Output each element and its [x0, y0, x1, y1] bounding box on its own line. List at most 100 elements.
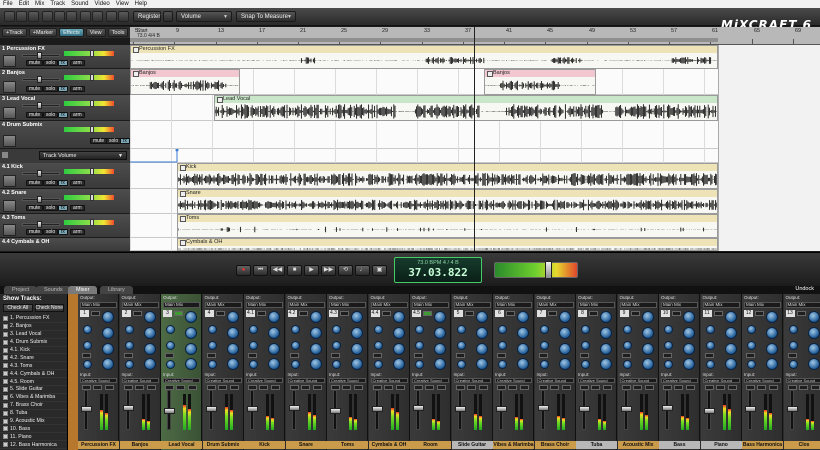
mute-button[interactable]: mute	[26, 86, 44, 92]
fader-handle[interactable]	[786, 406, 798, 412]
solo-button[interactable]	[176, 385, 185, 390]
channel-name[interactable]: Toms	[327, 441, 368, 449]
eq-low-knob[interactable]	[290, 341, 300, 350]
tab-project[interactable]: Project	[4, 286, 38, 294]
gain-knob[interactable]	[641, 311, 654, 323]
mixer-channel-strip[interactable]: Output: Main Mix 4.2 Input: Creative Sound Sn…	[285, 294, 327, 450]
arm-button[interactable]	[644, 385, 654, 390]
track-name[interactable]: 4.1 Kick	[2, 164, 23, 170]
solo-button[interactable]: solo	[106, 138, 122, 144]
mute-button[interactable]: mute	[90, 138, 108, 144]
channel-fader[interactable]	[620, 390, 632, 430]
fx-toggle-button[interactable]	[91, 311, 100, 316]
eq-mid-knob[interactable]	[683, 327, 695, 339]
fx-toggle-button[interactable]	[132, 311, 142, 316]
automation-select[interactable]: Track Volume ▼	[39, 151, 127, 160]
pan-knob[interactable]	[268, 358, 280, 370]
audio-clip[interactable]: Toms	[177, 214, 718, 238]
eq-low-knob[interactable]	[498, 341, 507, 350]
solo-button[interactable]	[259, 385, 268, 390]
add-marker-button[interactable]: +Marker	[28, 28, 58, 37]
show-track-item[interactable]: 4.2. Snare	[0, 354, 67, 363]
eq-high-knob[interactable]	[373, 325, 383, 334]
eq-button[interactable]	[580, 353, 589, 358]
solo-button[interactable]	[466, 385, 476, 390]
channel-fader[interactable]	[745, 390, 756, 430]
fx-toggle-button[interactable]	[423, 311, 432, 316]
solo-button[interactable]	[591, 385, 600, 390]
mixer-channel-strip[interactable]: Output: Main Mix 8 Input: Creative Sound Tuba	[576, 294, 617, 450]
menu-sound[interactable]: Sound	[71, 1, 88, 7]
aux-knob[interactable]	[415, 360, 424, 369]
fader-handle[interactable]	[454, 406, 466, 412]
pan-knob[interactable]	[683, 358, 695, 370]
eq-high-knob[interactable]	[290, 325, 300, 334]
eq-mid-knob[interactable]	[309, 327, 322, 339]
loop-region[interactable]	[130, 38, 718, 42]
pan-knob[interactable]	[143, 358, 156, 370]
eq-mid-knob[interactable]	[558, 327, 571, 339]
mixer-channel-strip[interactable]: Output: Main Mix 4.1 Input: Creative Sound Ki…	[244, 294, 285, 450]
solo-button[interactable]	[300, 385, 310, 390]
channel-fader[interactable]	[496, 390, 507, 430]
arm-button[interactable]	[727, 385, 737, 390]
pan-knob[interactable]	[309, 358, 322, 370]
mixer-channel-strip[interactable]: Output: Main Mix 4.3 Input: Creative Sound To…	[327, 294, 368, 450]
check-all-button[interactable]: Check All	[3, 304, 33, 312]
fx-toggle-button[interactable]	[713, 311, 723, 316]
channel-name[interactable]: Piano	[700, 441, 742, 449]
eq-button[interactable]	[497, 353, 506, 358]
pan-knob[interactable]	[724, 358, 737, 370]
fx-toggle-button[interactable]	[464, 311, 474, 316]
fx-toggle-button[interactable]	[589, 311, 598, 316]
send-knob[interactable]	[475, 343, 488, 355]
output-select[interactable]: Main Mix	[287, 302, 325, 308]
track-name[interactable]: 2 Banjos	[2, 70, 25, 76]
input-select[interactable]: Creative Sound	[204, 378, 242, 383]
checkbox[interactable]	[3, 402, 8, 408]
output-select[interactable]: Main Mix	[785, 302, 820, 308]
channel-name[interactable]: Drum Submix	[202, 441, 244, 449]
eq-mid-knob[interactable]	[434, 327, 446, 339]
eq-low-knob[interactable]	[456, 341, 466, 350]
aux-knob[interactable]	[788, 360, 798, 369]
gain-knob[interactable]	[392, 311, 405, 323]
eq-high-knob[interactable]	[622, 325, 632, 334]
arm-button[interactable]: arm	[70, 60, 85, 66]
eq-high-knob[interactable]	[788, 325, 798, 334]
channel-name[interactable]: Room	[410, 441, 451, 449]
cut-icon[interactable]	[42, 11, 53, 22]
mixer-channel-strip[interactable]: Output: Main Mix 7 Input: Creative Sound Bras…	[534, 294, 576, 450]
instrument-icon[interactable]	[3, 200, 16, 212]
send-knob[interactable]	[143, 343, 156, 355]
gain-knob[interactable]	[226, 311, 239, 323]
instrument-icon[interactable]	[3, 81, 16, 93]
gain-knob[interactable]	[683, 311, 695, 323]
menu-mix[interactable]: Mix	[35, 1, 44, 7]
menu-view[interactable]: View	[116, 1, 129, 7]
solo-button[interactable]	[757, 385, 766, 390]
fx-toggle-button[interactable]	[381, 311, 391, 316]
send-knob[interactable]	[517, 343, 529, 355]
output-select[interactable]: Main Mix	[453, 302, 491, 308]
arm-button[interactable]	[312, 385, 322, 390]
aux-knob[interactable]	[249, 360, 258, 369]
instrument-icon[interactable]	[3, 175, 16, 187]
volume-handle[interactable]	[90, 74, 94, 81]
gain-knob[interactable]	[434, 311, 446, 323]
eq-mid-knob[interactable]	[807, 327, 820, 339]
track-pan-slider[interactable]	[22, 170, 60, 177]
output-select[interactable]: Main Mix	[121, 302, 159, 308]
input-select[interactable]: Creative Sound	[163, 378, 200, 383]
fader-handle[interactable]	[413, 405, 424, 411]
checkbox[interactable]	[3, 394, 8, 400]
paste-icon[interactable]	[66, 11, 77, 22]
pan-knob[interactable]	[351, 358, 363, 370]
channel-fader[interactable]	[454, 390, 466, 430]
eq-button[interactable]	[123, 353, 133, 358]
register-button[interactable]: Register	[133, 11, 161, 22]
track-pan-slider[interactable]	[22, 221, 60, 228]
eq-button[interactable]	[331, 353, 340, 358]
eq-button[interactable]	[165, 353, 174, 358]
arm-button[interactable]	[354, 385, 363, 390]
